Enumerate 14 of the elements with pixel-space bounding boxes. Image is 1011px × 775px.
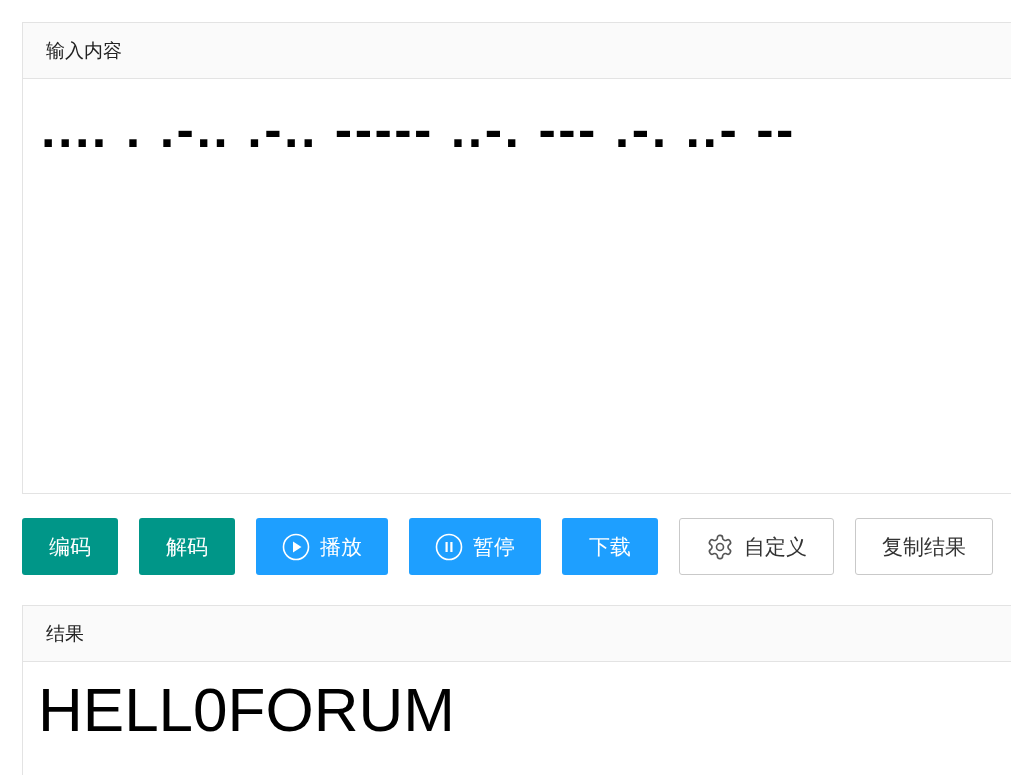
settings-icon (706, 532, 734, 561)
action-button[interactable]: 暂停 (409, 518, 541, 575)
action-button[interactable]: 播放 (256, 518, 388, 575)
outline-button[interactable]: 复制结果 (855, 518, 993, 575)
action-button[interactable]: 解码 (139, 518, 235, 575)
action-button[interactable]: 下载 (562, 518, 658, 575)
pause-icon (435, 532, 463, 561)
panel-title: 输入内容 (22, 22, 1011, 79)
outline-button[interactable]: 自定义 (679, 518, 834, 575)
play-icon (282, 532, 310, 561)
input-field[interactable]: .... . .-.. .-.. ----- ..-. --- .-. ..- -- (22, 79, 1011, 494)
action-button[interactable]: 编码 (22, 518, 118, 575)
panel-title: 结果 (23, 606, 1011, 662)
result-text: HELL0FORUM (37, 674, 456, 746)
